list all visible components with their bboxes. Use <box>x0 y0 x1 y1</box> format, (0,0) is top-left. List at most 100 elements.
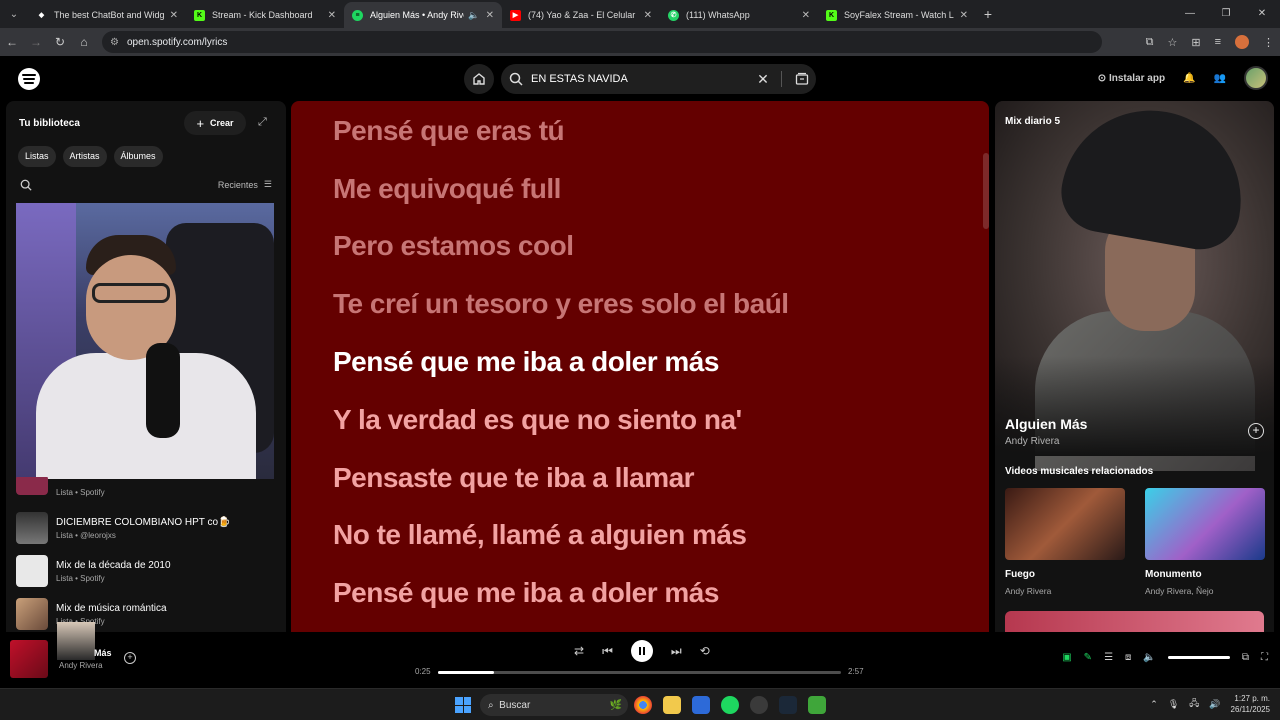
lyric-line[interactable]: Y la verdad es que no siento na' <box>333 404 742 436</box>
chevron-up-icon[interactable]: ⌃ <box>1150 699 1158 710</box>
filter-chip-artists[interactable]: Artistas <box>62 146 107 167</box>
list-item[interactable]: Lista • Spotify <box>16 477 276 505</box>
expand-library-icon[interactable]: ⤢ <box>258 116 267 129</box>
search-input[interactable]: EN ESTAS NAVIDA <box>531 73 751 85</box>
lyric-line-current[interactable]: Pensé que me iba a doler más <box>333 346 719 378</box>
next-track-icon[interactable]: ⏭ <box>671 644 682 659</box>
browser-tab[interactable]: ▶ (74) Yao & Zaa - El Celular (Aud ✕ <box>502 2 660 28</box>
player-track-title[interactable]: Más <box>94 648 112 658</box>
library-search-button[interactable] <box>20 178 32 196</box>
reload-icon[interactable]: ↻ <box>48 35 72 49</box>
filter-chip-albums[interactable]: Álbumes <box>113 146 163 167</box>
volume-slider[interactable] <box>1167 656 1230 659</box>
reading-list-icon[interactable]: ≡ <box>1215 36 1221 48</box>
clear-search-icon[interactable]: ✕ <box>751 71 775 88</box>
taskbar-search[interactable]: ⌕ Buscar 🌿 <box>480 694 628 716</box>
tab-search-chevron-icon[interactable]: ⌄ <box>0 0 28 28</box>
friend-activity-icon[interactable]: 👥 <box>1214 73 1226 84</box>
profile-avatar[interactable] <box>1235 35 1249 49</box>
install-app-button[interactable]: ⊙ Instalar app <box>1098 73 1165 84</box>
related-video-card[interactable]: Monumento Andy Rivera, Ñejo <box>1145 488 1265 596</box>
add-to-library-icon[interactable]: + <box>1248 423 1264 439</box>
track-artist[interactable]: Andy Rivera <box>1005 436 1059 447</box>
steam-icon[interactable] <box>779 696 797 714</box>
lyric-line[interactable]: Pero estamos cool <box>333 230 574 262</box>
browser-tab[interactable]: ✆ (111) WhatsApp ✕ <box>660 2 818 28</box>
close-tab-icon[interactable]: ✕ <box>644 10 652 21</box>
progress-bar[interactable] <box>438 671 841 674</box>
close-tab-icon[interactable]: ✕ <box>960 10 968 21</box>
chrome-icon[interactable] <box>634 696 652 714</box>
home-icon[interactable]: ⌂ <box>72 35 96 49</box>
address-bar[interactable]: ⚙ open.spotify.com/lyrics <box>102 31 1102 53</box>
player-track-artist[interactable]: Andy Rivera <box>59 661 103 670</box>
now-playing-cover[interactable] <box>10 640 48 678</box>
store-icon[interactable] <box>692 696 710 714</box>
clock[interactable]: 1:27 p. m. 26/11/2025 <box>1231 693 1270 715</box>
browse-button[interactable] <box>788 72 816 86</box>
forward-icon[interactable]: → <box>24 35 48 49</box>
bookmark-star-icon[interactable]: ☆ <box>1167 36 1177 49</box>
browser-tab[interactable]: ◆ The best ChatBot and Widgets ✕ <box>28 2 186 28</box>
close-tab-icon[interactable]: ✕ <box>802 10 810 21</box>
user-avatar[interactable] <box>1244 66 1268 90</box>
related-video-card[interactable]: Fuego Andy Rivera <box>1005 488 1125 596</box>
spotify-app-icon[interactable] <box>721 696 739 714</box>
lyric-line[interactable]: Me equivoqué full <box>333 173 561 205</box>
microphone-icon[interactable]: 🎙 <box>1168 699 1179 710</box>
network-icon[interactable]: 🖧 <box>1189 696 1199 712</box>
close-tab-icon[interactable]: ✕ <box>486 10 494 21</box>
close-tab-icon[interactable]: ✕ <box>170 10 178 21</box>
sort-button[interactable]: Recientes ☰ <box>218 179 272 190</box>
filter-chip-playlists[interactable]: Listas <box>18 146 56 167</box>
close-tab-icon[interactable]: ✕ <box>328 10 336 21</box>
miniplayer-icon[interactable]: ⧉ <box>1242 652 1249 663</box>
obs-icon[interactable] <box>750 696 768 714</box>
queue-icon[interactable]: ☰ <box>1104 652 1113 663</box>
game-app-icon[interactable] <box>808 696 826 714</box>
windows-start-icon[interactable] <box>455 697 471 713</box>
extensions-icon[interactable]: ⊞ <box>1191 36 1200 49</box>
lyric-line[interactable]: Pensé que me iba a doler más <box>333 577 719 609</box>
lyric-line[interactable]: Pensaste que te iba a llamar <box>333 462 695 494</box>
repeat-icon[interactable]: ⟲ <box>700 644 710 658</box>
file-explorer-icon[interactable] <box>663 696 681 714</box>
spotify-logo-icon[interactable] <box>18 68 40 90</box>
volume-icon[interactable]: 🔊 <box>1209 699 1220 710</box>
close-window-icon[interactable]: ✕ <box>1244 0 1280 28</box>
new-tab-button[interactable]: + <box>976 6 1000 22</box>
browser-tab[interactable]: K Stream - Kick Dashboard ✕ <box>186 2 344 28</box>
search-bar[interactable]: EN ESTAS NAVIDA ✕ <box>501 64 816 94</box>
previous-track-icon[interactable]: ⏮ <box>602 644 613 659</box>
speaker-icon[interactable]: 🔈 <box>468 10 479 21</box>
connect-device-icon[interactable]: ⧈ <box>1125 652 1131 663</box>
list-item[interactable]: Mix de música romántica Lista • Spotify <box>16 595 276 633</box>
lyric-line[interactable]: Pensé que eras tú <box>333 115 565 147</box>
home-button[interactable] <box>464 64 494 94</box>
now-playing-view-icon[interactable]: ▣ <box>1062 652 1071 663</box>
volume-icon[interactable]: 🔈 <box>1143 652 1155 663</box>
more-menu-icon[interactable]: ⋮ <box>1263 36 1274 49</box>
library-title[interactable]: Tu biblioteca <box>19 118 80 129</box>
playing-context[interactable]: Mix diario 5 <box>1005 116 1060 127</box>
pause-button[interactable] <box>630 640 653 662</box>
shuffle-icon[interactable]: ⇄ <box>574 644 584 658</box>
site-info-icon[interactable]: ⚙ <box>110 37 119 48</box>
list-item[interactable]: DICIEMBRE COLOMBIANO HPT co🍺 Lista • @le… <box>16 509 276 547</box>
lyric-line[interactable]: No te llamé, llamé a alguien más <box>333 519 747 551</box>
back-icon[interactable]: ← <box>0 35 24 49</box>
scrollbar[interactable] <box>983 153 989 229</box>
lyric-line[interactable]: Te creí un tesoro y eres solo el baúl <box>333 288 789 320</box>
track-title[interactable]: Alguien Más <box>1005 416 1087 432</box>
browser-tab-active[interactable]: ≡ Alguien Más • Andy Rivera 🔈 ✕ <box>344 2 502 28</box>
list-item[interactable]: Mix de la década de 2010 Lista • Spotify <box>16 552 276 590</box>
browser-tab[interactable]: K SoyFalex Stream - Watch Live o ✕ <box>818 2 976 28</box>
lyrics-mic-icon[interactable]: ✎ <box>1084 652 1092 663</box>
minimize-icon[interactable]: — <box>1172 0 1208 28</box>
fullscreen-icon[interactable]: ⛶ <box>1261 652 1268 663</box>
notifications-bell-icon[interactable]: 🔔 <box>1183 73 1195 84</box>
maximize-icon[interactable]: ❐ <box>1208 0 1244 28</box>
create-button[interactable]: + Crear <box>184 111 246 135</box>
install-icon[interactable]: ⧉ <box>1146 36 1154 49</box>
add-to-playlist-icon[interactable]: + <box>124 652 136 664</box>
